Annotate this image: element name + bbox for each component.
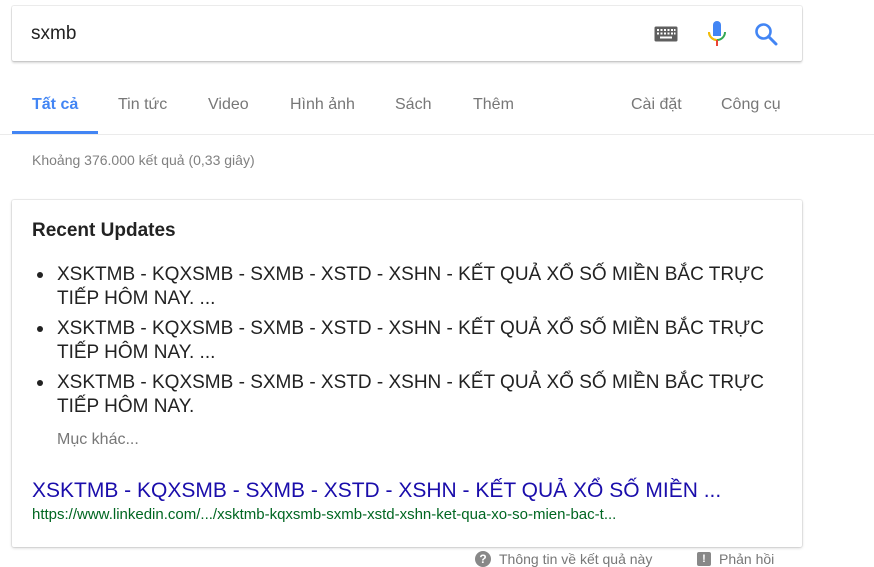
update-text: XSKTMB - KQXSMB - SXMB - XSTD - XSHN - K… bbox=[57, 372, 765, 417]
card-title: Recent Updates bbox=[32, 220, 176, 241]
bullet-icon bbox=[37, 326, 43, 332]
bullet-icon bbox=[37, 272, 43, 278]
tab-settings[interactable]: Cài đặt bbox=[631, 84, 682, 131]
search-box[interactable] bbox=[12, 6, 802, 61]
search-icon[interactable] bbox=[752, 20, 780, 48]
list-item[interactable]: XSKTMB - KQXSMB - SXMB - XSTD - XSHN - K… bbox=[37, 371, 777, 419]
updates-list: XSKTMB - KQXSMB - SXMB - XSTD - XSHN - K… bbox=[37, 263, 777, 425]
bullet-icon bbox=[37, 380, 43, 386]
tab-books[interactable]: Sách bbox=[395, 84, 431, 131]
update-text: XSKTMB - KQXSMB - SXMB - XSTD - XSHN - K… bbox=[57, 318, 765, 363]
tab-video[interactable]: Video bbox=[208, 84, 249, 131]
tab-news[interactable]: Tin tức bbox=[118, 84, 167, 131]
result-url[interactable]: https://www.linkedin.com/.../xsktmb-kqxs… bbox=[32, 506, 616, 523]
more-link[interactable]: Mục khác... bbox=[57, 431, 139, 449]
microphone-icon[interactable] bbox=[703, 20, 731, 48]
feedback-icon: ! bbox=[697, 552, 711, 566]
tab-tools[interactable]: Công cụ bbox=[721, 84, 781, 131]
update-text: XSKTMB - KQXSMB - SXMB - XSTD - XSHN - K… bbox=[57, 264, 765, 309]
list-item[interactable]: XSKTMB - KQXSMB - SXMB - XSTD - XSHN - K… bbox=[37, 317, 777, 365]
result-stats: Khoảng 376.000 kết quả (0,33 giây) bbox=[32, 152, 255, 168]
list-item[interactable]: XSKTMB - KQXSMB - SXMB - XSTD - XSHN - K… bbox=[37, 263, 777, 311]
tab-all[interactable]: Tất cả bbox=[12, 84, 99, 134]
search-input[interactable] bbox=[31, 23, 631, 45]
result-title-link[interactable]: XSKTMB - KQXSMB - SXMB - XSTD - XSHN - K… bbox=[32, 479, 721, 503]
keyboard-icon[interactable] bbox=[652, 20, 680, 48]
recent-updates-card: Recent Updates XSKTMB - KQXSMB - SXMB - … bbox=[12, 200, 802, 547]
tab-more[interactable]: Thêm bbox=[473, 84, 514, 131]
tab-images[interactable]: Hình ảnh bbox=[290, 84, 355, 131]
